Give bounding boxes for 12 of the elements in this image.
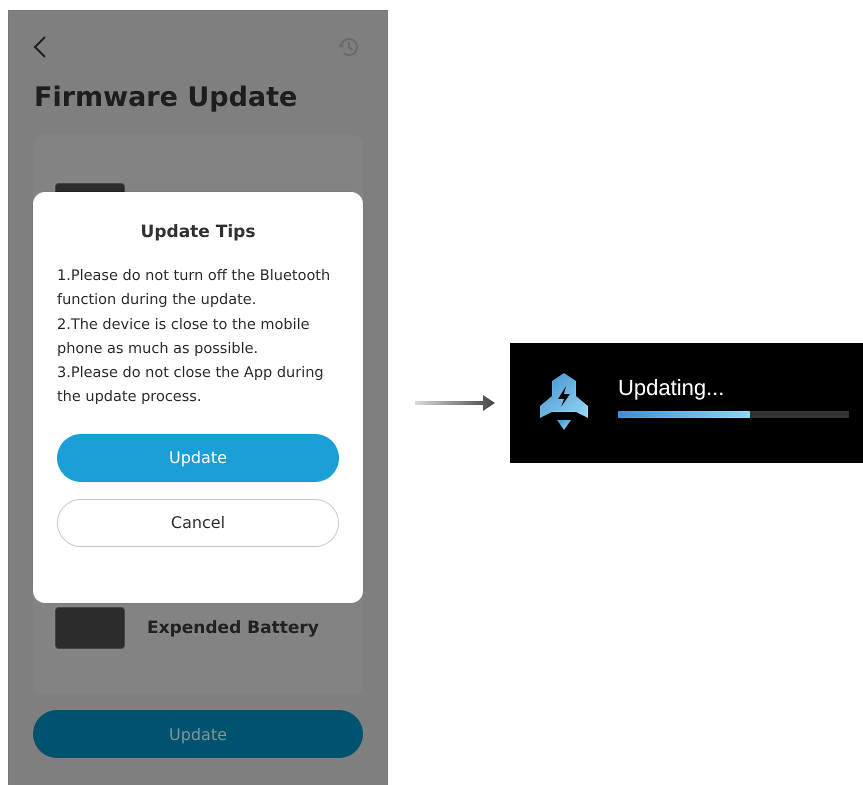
tip-text: 1.Please do not turn off the Bluetooth function during the update. [57, 267, 332, 310]
update-button[interactable]: Update [33, 710, 363, 758]
device-name: Expended Battery [147, 618, 319, 638]
page-title: Firmware Update [34, 82, 298, 113]
dialog-title: Update Tips [140, 222, 256, 242]
tip-text: 2.The device is close to the mobile phone as much as possible. [57, 316, 311, 359]
arrow-icon [415, 393, 495, 413]
update-button[interactable]: Update [57, 434, 339, 482]
updating-label: Updating... [618, 374, 726, 400]
cancel-button[interactable]: Cancel [57, 498, 339, 547]
back-icon[interactable] [33, 35, 47, 59]
tip-text: 3.Please do not close the App during the update process. [57, 364, 325, 408]
